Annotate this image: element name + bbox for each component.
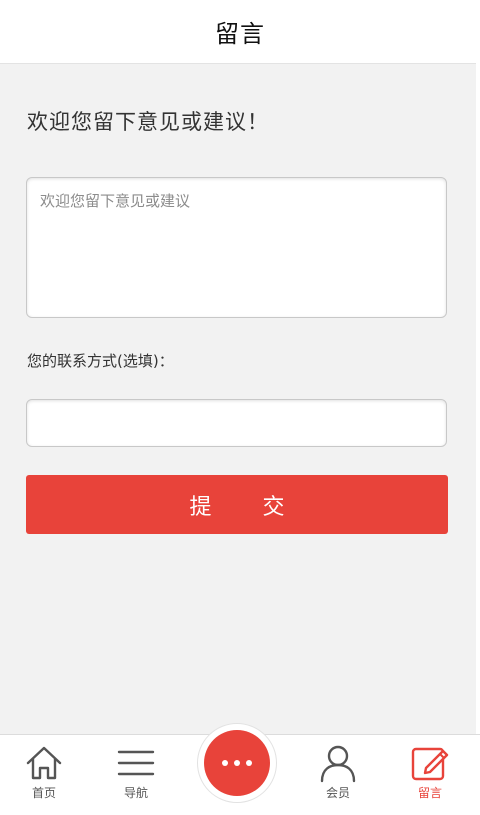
edit-icon (411, 747, 449, 781)
tab-message-label: 留言 (417, 786, 442, 800)
welcome-heading: 欢迎您留下意见或建议！ (27, 110, 269, 134)
tab-home[interactable]: 首页 (4, 735, 84, 815)
header-bar: 留言 (0, 0, 480, 64)
tab-member-label: 会员 (325, 786, 350, 800)
more-dots-icon (222, 760, 252, 766)
more-button[interactable] (204, 730, 270, 796)
message-textarea[interactable] (26, 177, 447, 318)
submit-button[interactable]: 提 交 (26, 475, 448, 534)
contact-label: 您的联系方式(选填)： (27, 352, 174, 370)
tab-nav-label: 导航 (123, 786, 148, 800)
page-title: 留言 (215, 20, 265, 48)
tab-nav[interactable]: 导航 (96, 735, 176, 815)
bottom-tab-bar: 首页 导航 会员 留言 (0, 723, 480, 815)
tab-home-label: 首页 (31, 786, 56, 800)
scrollbar-track (476, 0, 480, 815)
contact-input[interactable] (26, 399, 447, 447)
tab-member[interactable]: 会员 (298, 735, 378, 815)
home-icon (26, 746, 62, 780)
user-icon (320, 745, 356, 783)
menu-icon (117, 750, 155, 776)
tab-message[interactable]: 留言 (390, 735, 470, 815)
